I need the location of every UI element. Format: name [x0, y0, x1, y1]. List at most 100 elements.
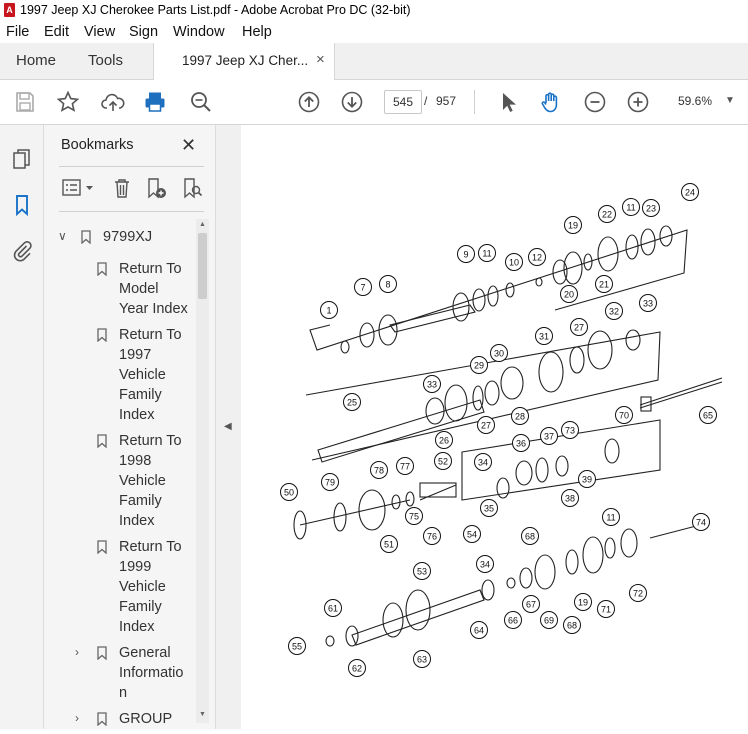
new-bookmark-icon[interactable]	[145, 177, 167, 199]
callout-label: 33	[427, 379, 437, 389]
menu-file[interactable]: File	[6, 24, 29, 40]
part-callout: 35	[480, 499, 498, 517]
page-number-input[interactable]: 545	[384, 90, 422, 114]
menu-view[interactable]: View	[84, 24, 115, 40]
bookmark-icon	[81, 230, 91, 244]
callout-label: 29	[474, 360, 484, 370]
bookmark-item[interactable]: Return To 1998 Vehicle Family Index	[44, 431, 196, 531]
part-callout: 72	[629, 584, 647, 602]
callout-label: 19	[568, 220, 578, 230]
scroll-thumb[interactable]	[198, 233, 207, 299]
callout-label: 1	[326, 305, 331, 315]
menu-help[interactable]: Help	[242, 24, 272, 40]
callout-label: 53	[417, 566, 427, 576]
bookmark-label-line: Index	[119, 407, 155, 423]
tab-bar: Home Tools 1997 Jeep XJ Cher... ×	[0, 43, 748, 80]
part-callout: 38	[561, 489, 579, 507]
part-callout: 63	[413, 650, 431, 668]
callout-label: 55	[292, 641, 302, 651]
part-callout: 23	[642, 199, 660, 217]
callout-label: 31	[539, 331, 549, 341]
find-zoom-icon[interactable]	[189, 90, 213, 114]
left-rail	[0, 125, 44, 729]
select-arrow-icon[interactable]	[496, 90, 520, 114]
callout-label: 71	[601, 604, 611, 614]
attachment-icon[interactable]	[10, 239, 34, 263]
print-icon[interactable]	[143, 90, 167, 114]
callout-label: 67	[526, 599, 536, 609]
chevron-down-icon[interactable]: ∨	[58, 229, 67, 243]
bookmark-scrollbar[interactable]: ▲ ▼	[196, 219, 209, 723]
tab-home[interactable]: Home	[16, 52, 56, 69]
bookmark-item[interactable]: › GROUP	[44, 709, 196, 729]
callout-label: 8	[385, 279, 390, 289]
zoom-value: 59.6%	[678, 94, 713, 108]
delete-bookmark-icon[interactable]	[111, 177, 133, 199]
callout-label: 22	[602, 209, 612, 219]
callout-label: 62	[352, 663, 362, 673]
callout-label: 79	[325, 477, 335, 487]
hand-icon[interactable]	[539, 90, 563, 114]
part-callout: 25	[343, 393, 361, 411]
bookmark-item[interactable]: Return To 1999 Vehicle Family Index	[44, 537, 196, 637]
part-callout: 21	[595, 275, 613, 293]
part-callout: 68	[521, 527, 539, 545]
menu-sign[interactable]: Sign	[129, 24, 158, 40]
chevron-right-icon[interactable]: ›	[75, 645, 79, 659]
tab-tools[interactable]: Tools	[88, 52, 123, 69]
page-up-icon[interactable]	[297, 90, 321, 114]
part-callout: 31	[535, 327, 553, 345]
part-callout: 67	[522, 595, 540, 613]
bookmark-item[interactable]: Return To 1997 Vehicle Family Index	[44, 325, 196, 425]
callout-label: 28	[515, 411, 525, 421]
part-callout: 11	[602, 508, 620, 526]
bookmark-icon	[97, 434, 107, 448]
collapse-panel-icon[interactable]: ◀	[224, 421, 232, 432]
part-callout: 70	[615, 406, 633, 424]
bookmark-options-icon[interactable]	[61, 177, 95, 199]
zoom-out-icon[interactable]	[583, 90, 607, 114]
menu-window[interactable]: Window	[173, 24, 225, 40]
callout-label: 75	[409, 511, 419, 521]
callout-label: 73	[565, 425, 575, 435]
part-callout: 76	[423, 527, 441, 545]
chevron-right-icon[interactable]: ›	[75, 711, 79, 725]
page-down-icon[interactable]	[340, 90, 364, 114]
callout-label: 65	[703, 410, 713, 420]
callout-label: 12	[532, 252, 542, 262]
exploded-parts-diagram: 17 89 1110 12192211 232420213029312732332825…	[280, 183, 723, 677]
close-tab-button[interactable]: ×	[316, 51, 325, 68]
part-callout: 34	[474, 453, 492, 471]
bookmark-icon	[97, 646, 107, 660]
bookmark-item[interactable]: Return To Model Year Index	[44, 259, 196, 319]
star-icon[interactable]	[56, 90, 80, 114]
tab-document[interactable]: 1997 Jeep XJ Cher... ×	[153, 43, 335, 80]
bookmark-root[interactable]: ∨ 9799XJ	[44, 227, 196, 247]
scroll-down-icon[interactable]: ▼	[199, 711, 206, 718]
callout-label: 68	[567, 620, 577, 630]
bookmarks-panel: Bookmarks ✕ ∨ 9799XJ Return To Model Yea…	[44, 125, 215, 729]
upload-icon[interactable]	[101, 90, 125, 114]
zoom-dropdown[interactable]: 59.6% ▼	[670, 90, 738, 112]
title-bar: A 1997 Jeep XJ Cherokee Parts List.pdf -…	[0, 0, 748, 23]
zoom-in-icon[interactable]	[626, 90, 650, 114]
find-bookmark-icon[interactable]	[181, 177, 203, 199]
document-tab-label: 1997 Jeep XJ Cher...	[182, 53, 309, 68]
part-callout: 52	[434, 452, 452, 470]
divider	[59, 166, 204, 167]
callout-label: 68	[525, 531, 535, 541]
bookmark-panel-icon[interactable]	[10, 193, 34, 217]
close-panel-button[interactable]: ✕	[181, 135, 196, 156]
menu-edit[interactable]: Edit	[44, 24, 69, 40]
save-icon[interactable]	[13, 90, 37, 114]
scroll-up-icon[interactable]: ▲	[199, 221, 206, 228]
bookmark-icon	[97, 712, 107, 726]
document-view[interactable]: 1 7 8 9 11 10 12 19 22 11 23 24 20 21 30 29 31 27 32 33 28 25…	[241, 125, 748, 729]
callout-label: 74	[696, 517, 706, 527]
bookmark-item[interactable]: › General Informatio n	[44, 643, 196, 703]
callout-label: 51	[384, 539, 394, 549]
callout-label: 72	[633, 588, 643, 598]
page-thumbnails-icon[interactable]	[10, 147, 34, 171]
panel-splitter[interactable]: ◀	[215, 125, 242, 729]
part-callout: 53	[413, 562, 431, 580]
